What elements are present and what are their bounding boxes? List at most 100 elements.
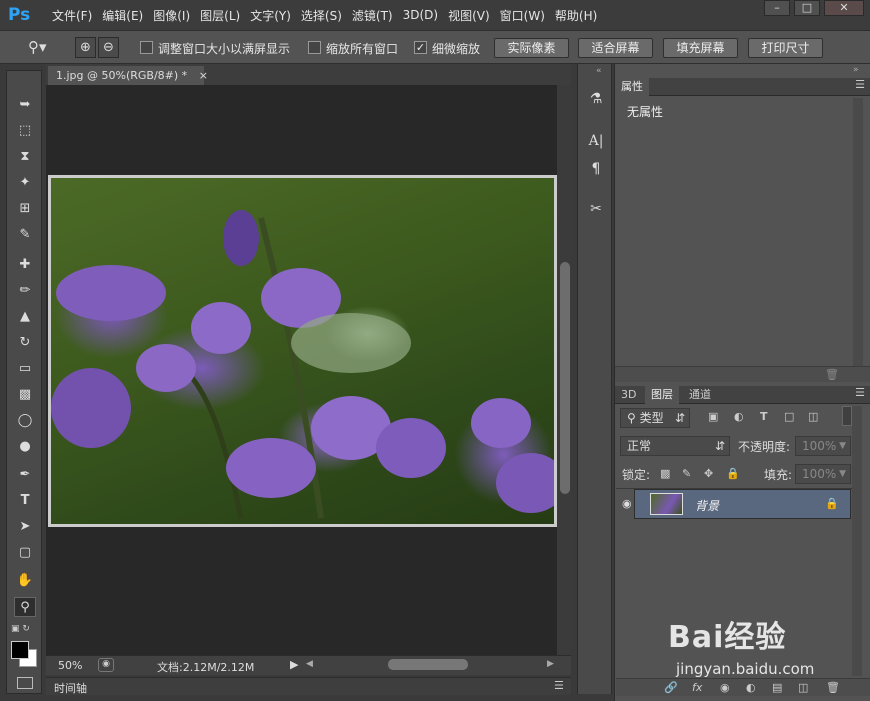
status-menu-arrow-icon[interactable]: ▶ — [290, 658, 298, 671]
minimize-button[interactable]: – — [764, 0, 790, 16]
filter-toggle-switch[interactable] — [842, 406, 852, 426]
clone-stamp-tool-icon[interactable]: ▲ — [14, 307, 36, 327]
close-button[interactable]: ✕ — [824, 0, 864, 16]
fill-field[interactable]: 100% ▼ — [795, 464, 851, 484]
zoom-tool-preset-icon[interactable]: ⚲▾ — [28, 38, 62, 58]
type-tool-icon[interactable]: T — [14, 491, 36, 511]
menu-filter[interactable]: 滤镜(T) — [352, 7, 393, 24]
lock-all-icon[interactable]: 🔒 — [726, 467, 740, 481]
vertical-scroll-thumb[interactable] — [560, 262, 570, 494]
baidu-jingyan-logo: Bai经验 — [668, 620, 787, 655]
tab-3d[interactable]: 3D — [615, 386, 642, 404]
menu-edit[interactable]: 编辑(E) — [102, 7, 143, 24]
fill-screen-button[interactable]: 填充屏幕 — [663, 38, 738, 58]
scrubby-zoom-checkbox[interactable]: ✓ — [414, 41, 427, 54]
layers-scrollbar[interactable] — [852, 406, 862, 676]
delete-layer-icon[interactable]: 🗑 — [826, 681, 840, 695]
menu-image[interactable]: 图像(I) — [153, 7, 190, 24]
expand-panels-icon[interactable]: » — [853, 65, 859, 75]
blur-tool-icon[interactable]: ◯ — [14, 411, 36, 431]
tab-layers[interactable]: 图层 — [645, 386, 679, 404]
eraser-tool-icon[interactable]: ▭ — [14, 359, 36, 379]
rectangle-shape-tool-icon[interactable]: ▢ — [14, 543, 36, 563]
timeline-panel[interactable]: 时间轴 ☰ — [46, 677, 571, 695]
filter-adjustment-icon[interactable]: ◐ — [734, 410, 744, 424]
chevron-down-icon: ⇵ — [714, 439, 725, 453]
tool-presets-icon[interactable]: ✂ — [584, 198, 608, 220]
foreground-color-swatch[interactable] — [11, 641, 29, 659]
panel-menu-icon[interactable]: ☰ — [554, 679, 564, 692]
close-tab-icon[interactable]: × — [199, 69, 208, 82]
add-mask-icon[interactable]: ◉ — [720, 681, 730, 695]
crop-tool-icon[interactable]: ⊞ — [14, 199, 36, 219]
lock-transparency-icon[interactable]: ▩ — [660, 467, 670, 481]
character-panel-icon[interactable]: A| — [584, 130, 608, 152]
menu-3d[interactable]: 3D(D) — [403, 8, 438, 22]
menu-layer[interactable]: 图层(L) — [200, 7, 240, 24]
menu-help[interactable]: 帮助(H) — [555, 7, 597, 24]
properties-menu-icon[interactable]: ☰ — [855, 78, 865, 91]
scroll-left-icon[interactable]: ◀ — [306, 659, 313, 669]
document-tab[interactable]: 1.jpg @ 50%(RGB/8#) * × — [48, 66, 208, 85]
visibility-eye-icon[interactable]: ◉ — [622, 497, 636, 510]
filter-smart-object-icon[interactable]: ◫ — [808, 410, 818, 424]
menu-select[interactable]: 选择(S) — [301, 7, 342, 24]
clone-source-icon[interactable]: ⚗ — [584, 88, 608, 110]
move-tool-icon[interactable]: ➥ — [14, 95, 36, 115]
tab-properties[interactable]: 属性 — [615, 78, 649, 96]
proof-icon[interactable]: ◉ — [98, 658, 114, 672]
pen-tool-icon[interactable]: ✒ — [14, 465, 36, 485]
quick-mask-icon[interactable] — [17, 677, 33, 689]
layer-filter-dropdown[interactable]: ⚲ 类型 ⇵ — [620, 408, 690, 428]
filter-pixel-icon[interactable]: ▣ — [708, 410, 718, 424]
blend-mode-dropdown[interactable]: 正常 ⇵ — [620, 436, 730, 456]
menu-file[interactable]: 文件(F) — [52, 7, 92, 24]
fit-screen-button[interactable]: 适合屏幕 — [578, 38, 653, 58]
scroll-right-icon[interactable]: ▶ — [547, 659, 554, 669]
brush-tool-icon[interactable]: ✏ — [14, 281, 36, 301]
hand-tool-icon[interactable]: ✋ — [14, 571, 36, 591]
eyedropper-tool-icon[interactable]: ✎ — [14, 225, 36, 245]
layers-panel-header: 3D 图层 通道 ☰ — [615, 386, 870, 404]
link-layers-icon[interactable]: 🔗 — [664, 681, 678, 695]
swap-colors-icon[interactable]: ▣ ↻ — [11, 624, 39, 634]
menu-window[interactable]: 窗口(W) — [500, 7, 545, 24]
layer-name[interactable]: 背景 — [695, 497, 719, 514]
lock-pixels-icon[interactable]: ✎ — [682, 467, 691, 481]
maximize-button[interactable]: □ — [794, 0, 820, 16]
zoom-in-icon[interactable]: ⊕ — [75, 37, 96, 58]
properties-delete-icon[interactable]: 🗑 — [825, 368, 839, 381]
zoom-out-icon[interactable]: ⊖ — [98, 37, 119, 58]
layer-style-icon[interactable]: fx — [692, 681, 702, 695]
paragraph-panel-icon[interactable]: ¶ — [584, 158, 608, 180]
zoom-level[interactable]: 50% — [58, 659, 82, 672]
photo-canvas[interactable] — [48, 175, 557, 527]
actual-pixels-button[interactable]: 实际像素 — [494, 38, 569, 58]
new-group-icon[interactable]: ▤ — [772, 681, 782, 695]
print-size-button[interactable]: 打印尺寸 — [748, 38, 823, 58]
menu-type[interactable]: 文字(Y) — [250, 7, 291, 24]
dodge-tool-icon[interactable]: ● — [14, 437, 36, 457]
healing-brush-tool-icon[interactable]: ✚ — [14, 255, 36, 275]
filter-type-icon[interactable]: T — [760, 410, 768, 424]
resize-windows-checkbox[interactable] — [140, 41, 153, 54]
properties-scrollbar[interactable] — [853, 98, 863, 368]
opacity-field[interactable]: 100% ▼ — [795, 436, 851, 456]
adjustment-layer-icon[interactable]: ◐ — [746, 681, 756, 695]
menu-view[interactable]: 视图(V) — [448, 7, 490, 24]
layers-menu-icon[interactable]: ☰ — [855, 386, 865, 399]
filter-shape-icon[interactable]: □ — [784, 410, 794, 424]
zoom-all-checkbox[interactable] — [308, 41, 321, 54]
lasso-tool-icon[interactable]: ⧗ — [14, 147, 36, 167]
path-selection-tool-icon[interactable]: ➤ — [14, 517, 36, 537]
lock-position-icon[interactable]: ✥ — [704, 467, 713, 481]
gradient-tool-icon[interactable]: ▩ — [14, 385, 36, 405]
history-brush-tool-icon[interactable]: ↻ — [14, 333, 36, 353]
quick-select-tool-icon[interactable]: ✦ — [14, 173, 36, 193]
marquee-tool-icon[interactable]: ⬚ — [14, 121, 36, 141]
new-layer-icon[interactable]: ◫ — [798, 681, 808, 695]
horizontal-scroll-thumb[interactable] — [388, 659, 468, 670]
tab-channels[interactable]: 通道 — [683, 386, 717, 404]
zoom-tool-icon[interactable]: ⚲ — [14, 597, 36, 617]
collapse-dock-icon[interactable]: « — [596, 66, 602, 76]
